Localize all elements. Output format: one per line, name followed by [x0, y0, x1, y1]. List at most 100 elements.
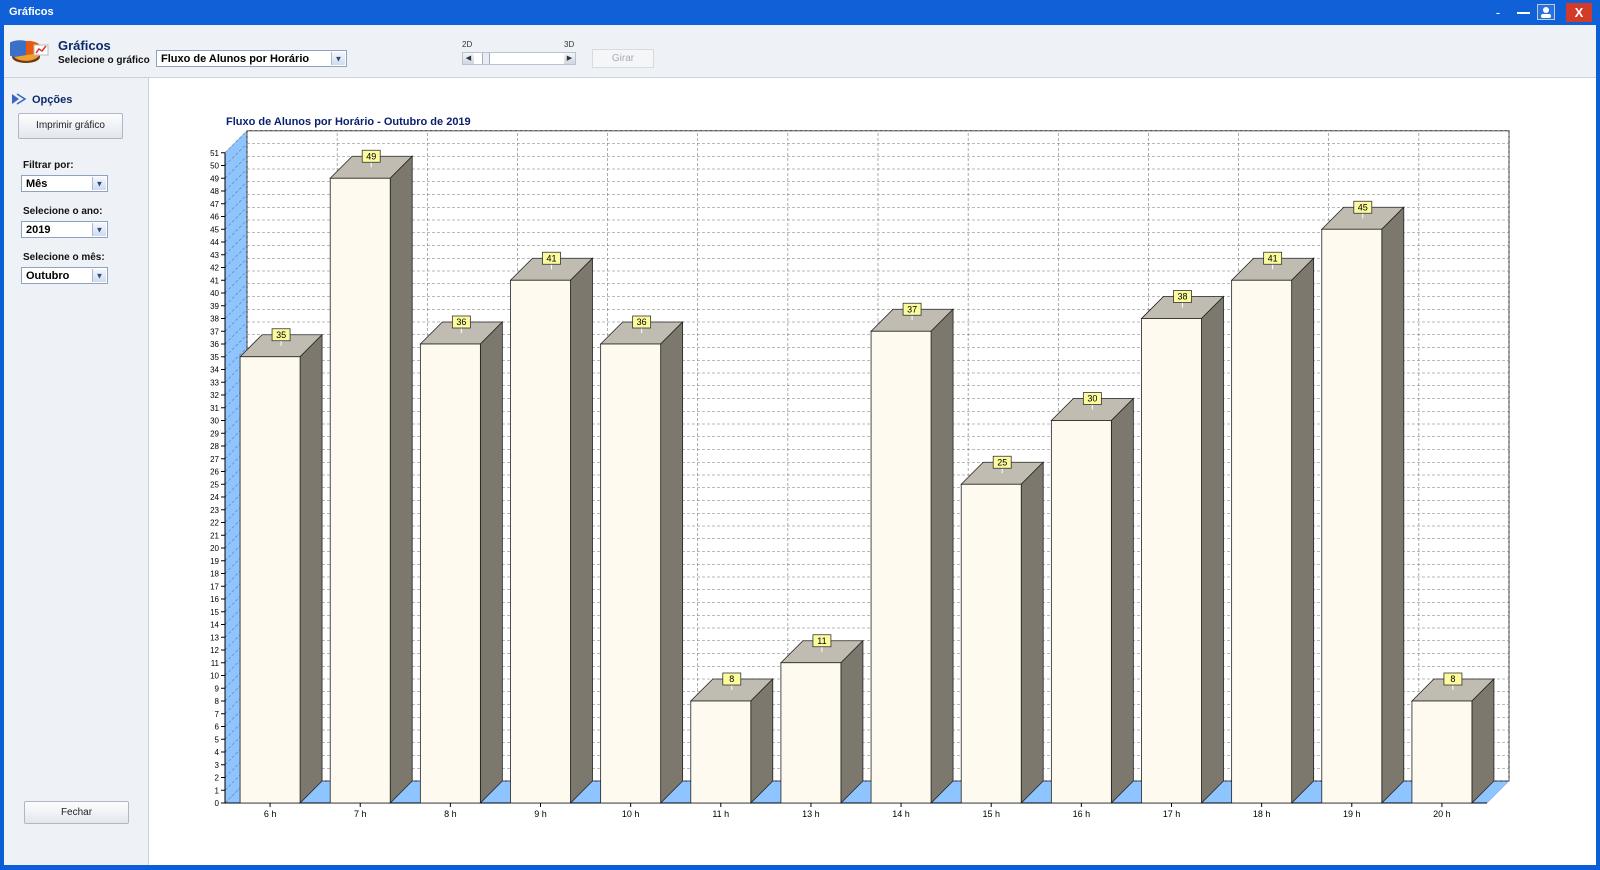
y-tick-label: 17 [210, 582, 219, 591]
x-tick-label: 19 h [1343, 809, 1361, 819]
x-tick-label: 16 h [1073, 809, 1091, 819]
y-tick-label: 31 [210, 404, 219, 413]
view-2d-3d-slider[interactable]: ◀ ▶ [462, 52, 576, 65]
close-window-button[interactable]: X [1566, 3, 1592, 22]
bar-side [840, 639, 864, 804]
y-tick-label: 20 [210, 544, 219, 553]
slider-thumb[interactable] [482, 53, 490, 64]
bar-chart: Fluxo de Alunos por Horário - Outubro de… [210, 116, 1510, 819]
y-tick-label: 0 [215, 799, 220, 808]
minimize-button[interactable] [1515, 4, 1533, 21]
x-tick-label: 14 h [892, 809, 910, 819]
y-tick-label: 34 [210, 366, 219, 375]
chart-select-dropdown[interactable]: Fluxo de Alunos por Horário ▼ [156, 50, 347, 67]
print-chart-button[interactable]: Imprimir gráfico [18, 113, 123, 139]
y-tick-label: 19 [210, 557, 219, 566]
y-tick-label: 9 [215, 684, 220, 693]
bar [1321, 228, 1383, 804]
window-title: Gráficos [9, 6, 54, 18]
y-tick-label: 33 [210, 378, 219, 387]
month-value: Outubro [26, 269, 70, 282]
bar-side [570, 257, 593, 804]
double-arrow-icon [12, 93, 27, 105]
y-tick-label: 3 [215, 761, 220, 770]
bar [780, 662, 842, 804]
bar-side [1201, 295, 1224, 804]
app-window: Gráficos Selecione o gráfico Fluxo de Al… [4, 25, 1596, 865]
y-tick-label: 35 [210, 353, 219, 362]
bar-side [1471, 678, 1495, 804]
data-label: 25 [997, 457, 1007, 467]
chart-select-label: Selecione o gráfico [58, 55, 150, 66]
y-tick-label: 12 [210, 646, 219, 655]
x-tick-label: 17 h [1163, 809, 1181, 819]
rotate-button[interactable]: Girar [592, 49, 654, 68]
filter-dropdown[interactable]: Mês ▼ [21, 175, 108, 192]
bar-side [479, 321, 503, 804]
data-label: 8 [1450, 674, 1455, 684]
y-tick-label: 4 [215, 748, 220, 757]
year-value: 2019 [26, 223, 51, 236]
x-tick-label: 18 h [1253, 809, 1271, 819]
y-tick-label: 43 [210, 251, 219, 260]
chart-app-icon [10, 40, 49, 63]
header-bar: Gráficos Selecione o gráfico Fluxo de Al… [4, 25, 1596, 78]
y-tick-label: 29 [210, 429, 219, 438]
y-tick-label: 50 [210, 162, 219, 171]
bar [690, 700, 752, 804]
bar-side [389, 155, 413, 804]
y-tick-label: 36 [210, 340, 219, 349]
data-label: 41 [546, 253, 556, 263]
bar [419, 343, 481, 804]
y-tick-label: 47 [210, 200, 219, 209]
data-label: 36 [456, 317, 466, 327]
y-tick-label: 8 [215, 697, 220, 706]
data-label: 36 [637, 317, 647, 327]
bar [1411, 700, 1473, 804]
y-tick-label: 46 [210, 213, 219, 222]
chart-floor [224, 780, 1510, 804]
y-tick-label: 25 [210, 480, 219, 489]
chevron-down-icon: ▼ [92, 223, 106, 236]
close-button[interactable]: Fechar [24, 801, 129, 824]
y-tick-label: 51 [210, 149, 219, 158]
y-tick-label: 5 [215, 735, 220, 744]
user-button[interactable] [1537, 4, 1555, 20]
data-label: 49 [366, 151, 376, 161]
y-tick-label: 28 [210, 442, 219, 451]
y-tick-label: 21 [210, 531, 219, 540]
minimize-small-button[interactable]: - [1492, 4, 1504, 21]
y-tick-label: 24 [210, 493, 219, 502]
x-tick-label: 20 h [1433, 809, 1451, 819]
chevron-right-icon[interactable]: ▶ [564, 53, 575, 64]
data-label: 41 [1268, 253, 1278, 263]
data-label: 30 [1087, 394, 1097, 404]
y-tick-label: 15 [210, 608, 219, 617]
chevron-down-icon: ▼ [92, 269, 106, 282]
options-header[interactable]: Opções [32, 94, 72, 106]
bar [1231, 279, 1293, 804]
data-label: 35 [276, 330, 286, 340]
x-tick-label: 8 h [444, 809, 457, 819]
minimize-icon [1517, 12, 1530, 14]
data-label: 45 [1358, 202, 1368, 212]
data-label: 8 [729, 674, 734, 684]
user-icon [1541, 7, 1551, 18]
year-label: Selecione o ano: [23, 206, 103, 217]
chevron-left-icon[interactable]: ◀ [463, 53, 474, 64]
data-label: 11 [817, 636, 826, 646]
sidebar: Opções Imprimir gráfico Filtrar por: Mês… [4, 78, 149, 865]
month-dropdown[interactable]: Outubro ▼ [21, 267, 108, 284]
y-tick-label: 32 [210, 391, 219, 400]
y-tick-label: 23 [210, 506, 219, 515]
bar [870, 330, 932, 804]
y-tick-label: 49 [210, 174, 219, 183]
y-tick-label: 16 [210, 595, 219, 604]
y-tick-label: 10 [210, 672, 219, 681]
y-tick-label: 1 [215, 786, 220, 795]
y-tick-label: 22 [210, 519, 219, 528]
bar [239, 356, 301, 804]
year-dropdown[interactable]: 2019 ▼ [21, 221, 108, 238]
bar [600, 343, 662, 804]
bar-side [1381, 206, 1405, 804]
